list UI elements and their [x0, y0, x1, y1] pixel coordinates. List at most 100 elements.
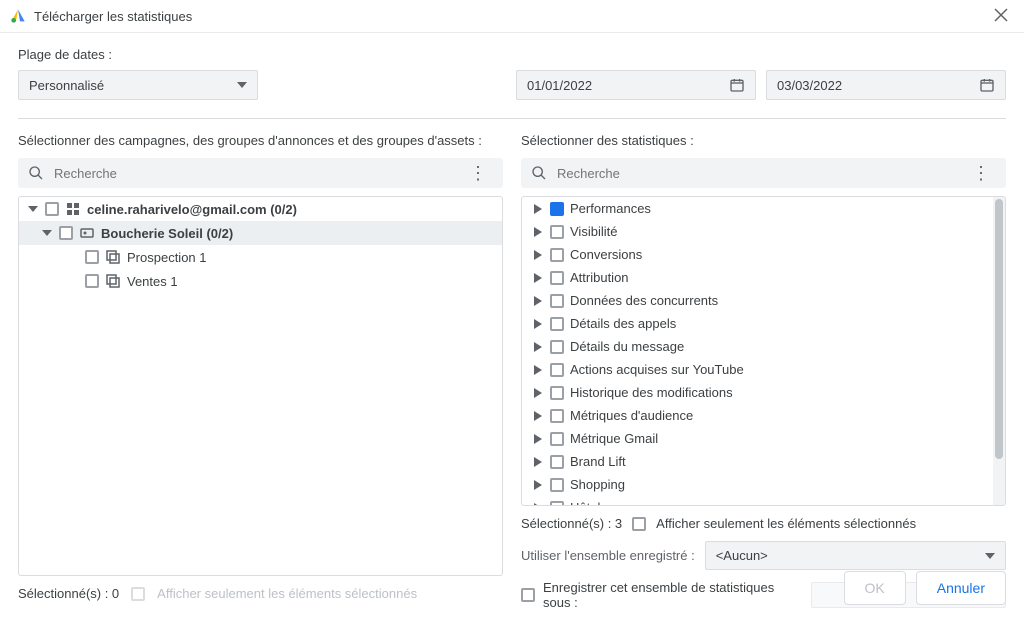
adgroup-label: Ventes 1 — [127, 274, 178, 289]
date-from-input[interactable]: 01/01/2022 — [516, 70, 756, 100]
stats-section-label: Sélectionner des statistiques : — [521, 133, 1006, 148]
date-from-value: 01/01/2022 — [527, 78, 592, 93]
date-row: Personnalisé 01/01/2022 03/03/2022 — [18, 70, 1006, 100]
expand-toggle-icon[interactable] — [532, 272, 544, 284]
date-preset-dropdown[interactable]: Personnalisé — [18, 70, 258, 100]
account-label: celine.raharivelo@gmail.com (0/2) — [87, 202, 297, 217]
expand-toggle-icon[interactable] — [532, 387, 544, 399]
stats-category-row[interactable]: Brand Lift — [522, 450, 991, 473]
campaigns-column: Sélectionner des campagnes, des groupes … — [18, 133, 503, 610]
date-to-input[interactable]: 03/03/2022 — [766, 70, 1006, 100]
stats-category-row[interactable]: Historique des modifications — [522, 381, 991, 404]
stats-category-checkbox[interactable] — [550, 363, 564, 377]
expand-toggle-icon[interactable] — [532, 410, 544, 422]
cancel-button[interactable]: Annuler — [916, 571, 1006, 605]
expand-toggle-icon[interactable] — [532, 226, 544, 238]
stats-category-checkbox[interactable] — [550, 317, 564, 331]
google-ads-logo-icon — [10, 8, 26, 24]
stats-category-checkbox[interactable] — [550, 340, 564, 354]
kebab-menu-icon[interactable]: ⋮ — [966, 164, 996, 182]
stats-category-label: Hôtel — [570, 500, 600, 506]
stats-category-label: Shopping — [570, 477, 625, 492]
expand-toggle-icon[interactable] — [532, 502, 544, 507]
stats-category-row[interactable]: Actions acquises sur YouTube — [522, 358, 991, 381]
stats-category-label: Métriques d'audience — [570, 408, 693, 423]
stats-selected-footer: Sélectionné(s) : 3 Afficher seulement le… — [521, 516, 1006, 531]
adgroup-icon — [105, 249, 121, 265]
divider — [18, 118, 1006, 119]
stats-category-row[interactable]: Détails des appels — [522, 312, 991, 335]
date-to-value: 03/03/2022 — [777, 78, 842, 93]
tree-campaign-row[interactable]: Boucherie Soleil (0/2) — [19, 221, 502, 245]
stats-category-row[interactable]: Métriques d'audience — [522, 404, 991, 427]
expand-toggle-icon[interactable] — [532, 456, 544, 468]
scrollbar[interactable] — [993, 197, 1005, 505]
stats-category-row[interactable]: Visibilité — [522, 220, 991, 243]
stats-category-label: Détails du message — [570, 339, 684, 354]
stats-category-checkbox[interactable] — [550, 455, 564, 469]
expand-toggle-icon[interactable] — [532, 295, 544, 307]
show-selected-only-label: Afficher seulement les éléments sélectio… — [656, 516, 916, 531]
search-icon — [531, 165, 547, 181]
stats-category-checkbox[interactable] — [550, 501, 564, 507]
expand-toggle-icon[interactable] — [532, 341, 544, 353]
stats-category-checkbox[interactable] — [550, 409, 564, 423]
stats-category-checkbox[interactable] — [550, 271, 564, 285]
tree-adgroup-row[interactable]: Ventes 1 — [19, 269, 502, 293]
expand-toggle-icon[interactable] — [532, 433, 544, 445]
tree-adgroup-row[interactable]: Prospection 1 — [19, 245, 502, 269]
stats-tree: Performances Visibilité Conversions Attribu… — [521, 196, 1006, 506]
expand-toggle-icon[interactable] — [532, 249, 544, 261]
stats-category-checkbox[interactable] — [550, 225, 564, 239]
stats-category-label: Brand Lift — [570, 454, 626, 469]
stats-column: Sélectionner des statistiques : ⋮ Perfor… — [521, 133, 1006, 610]
stats-category-row[interactable]: Détails du message — [522, 335, 991, 358]
stats-selected-count: Sélectionné(s) : 3 — [521, 516, 622, 531]
adgroup-checkbox[interactable] — [85, 274, 99, 288]
stats-category-checkbox[interactable] — [550, 202, 564, 216]
stats-category-checkbox[interactable] — [550, 478, 564, 492]
close-icon[interactable] — [988, 6, 1014, 26]
ok-button[interactable]: OK — [844, 571, 906, 605]
stats-category-label: Visibilité — [570, 224, 617, 239]
date-range-label: Plage de dates : — [18, 47, 1006, 62]
scrollbar-thumb[interactable] — [995, 199, 1003, 459]
stats-category-row[interactable]: Métrique Gmail — [522, 427, 991, 450]
stats-category-label: Actions acquises sur YouTube — [570, 362, 744, 377]
adgroup-icon — [105, 273, 121, 289]
campaign-checkbox[interactable] — [59, 226, 73, 240]
stats-category-row[interactable]: Conversions — [522, 243, 991, 266]
expand-toggle-icon[interactable] — [532, 203, 544, 215]
adgroup-checkbox[interactable] — [85, 250, 99, 264]
stats-category-row[interactable]: Données des concurrents — [522, 289, 991, 312]
expand-toggle-icon[interactable] — [532, 479, 544, 491]
stats-category-label: Historique des modifications — [570, 385, 733, 400]
stats-category-checkbox[interactable] — [550, 248, 564, 262]
stats-category-row[interactable]: Attribution — [522, 266, 991, 289]
stats-category-row[interactable]: Hôtel — [522, 496, 991, 506]
stats-category-checkbox[interactable] — [550, 294, 564, 308]
kebab-menu-icon[interactable]: ⋮ — [463, 164, 493, 182]
account-checkbox[interactable] — [45, 202, 59, 216]
campaigns-tree: celine.raharivelo@gmail.com (0/2) Bouche… — [18, 196, 503, 576]
stats-category-label: Conversions — [570, 247, 642, 262]
campaigns-searchbar: ⋮ — [18, 158, 503, 188]
stats-category-checkbox[interactable] — [550, 432, 564, 446]
campaigns-search-input[interactable] — [54, 166, 463, 181]
expand-toggle-icon[interactable] — [532, 318, 544, 330]
stats-category-row[interactable]: Shopping — [522, 473, 991, 496]
tree-account-row[interactable]: celine.raharivelo@gmail.com (0/2) — [19, 197, 502, 221]
expand-toggle-icon[interactable] — [27, 203, 39, 215]
date-preset-value: Personnalisé — [29, 78, 104, 93]
stats-search-input[interactable] — [557, 166, 966, 181]
stats-category-checkbox[interactable] — [550, 386, 564, 400]
expand-toggle-icon[interactable] — [41, 227, 53, 239]
show-selected-only-checkbox[interactable] — [632, 517, 646, 531]
stats-searchbar: ⋮ — [521, 158, 1006, 188]
expand-toggle-icon[interactable] — [532, 364, 544, 376]
stats-category-label: Performances — [570, 201, 651, 216]
stats-category-label: Attribution — [570, 270, 629, 285]
stats-category-row[interactable]: Performances — [522, 197, 991, 220]
calendar-icon — [979, 77, 995, 93]
adgroup-label: Prospection 1 — [127, 250, 207, 265]
